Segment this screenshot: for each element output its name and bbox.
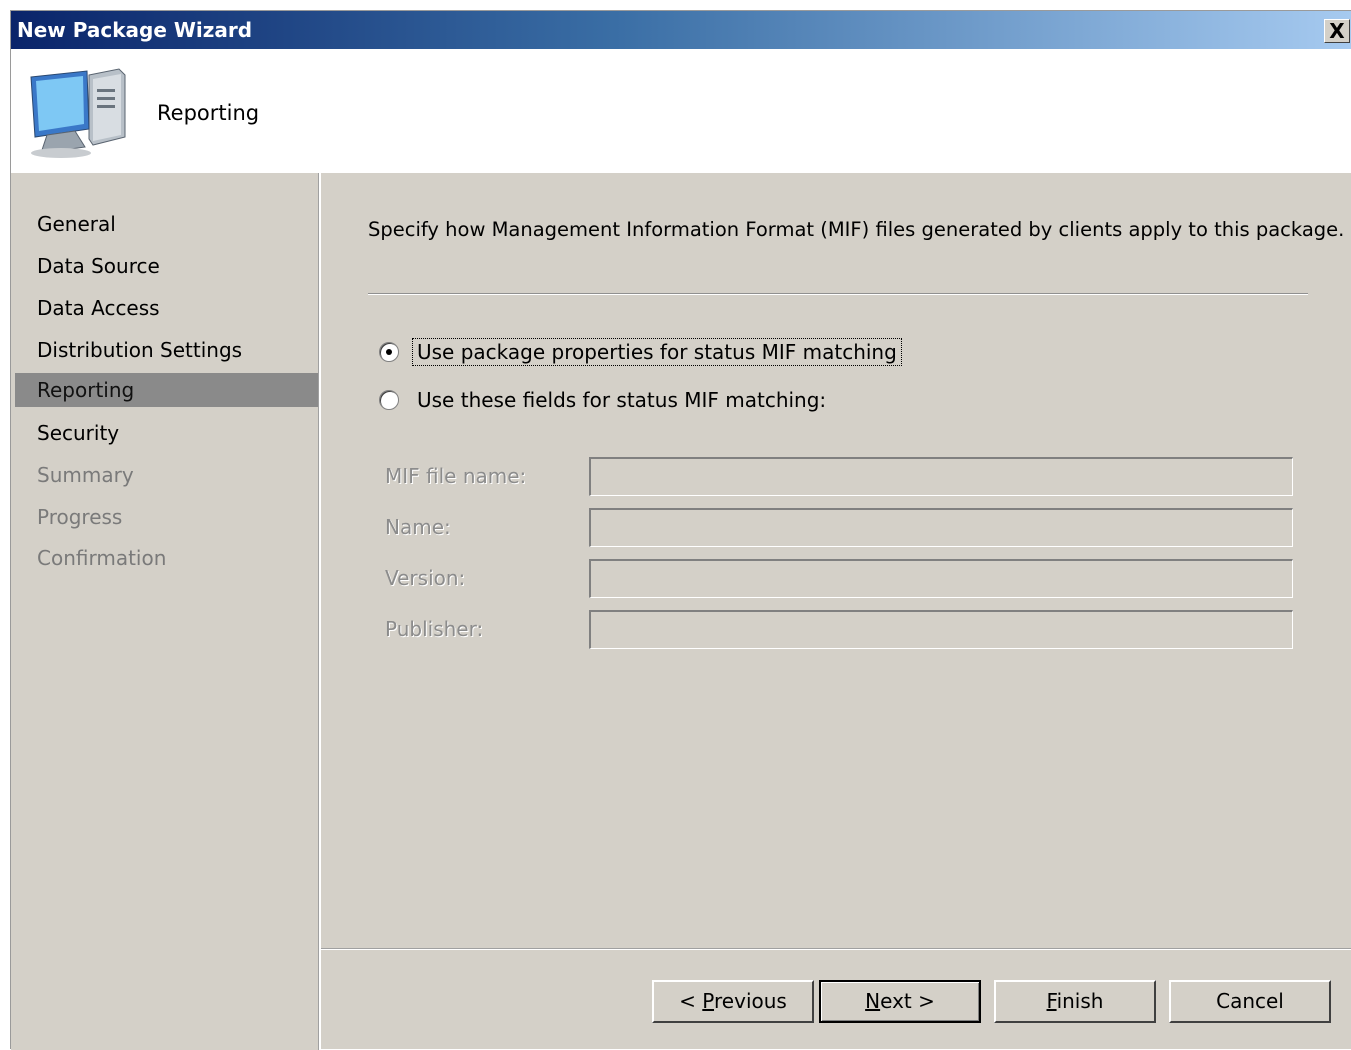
name-input bbox=[589, 508, 1293, 547]
page-heading: Reporting bbox=[157, 101, 260, 125]
name-label: Name: bbox=[385, 515, 451, 539]
sidebar-item-confirmation: Confirmation bbox=[37, 546, 167, 570]
sidebar-item-progress: Progress bbox=[37, 505, 123, 529]
sidebar-item-distribution-settings[interactable]: Distribution Settings bbox=[15, 333, 319, 367]
radio-use-these-fields[interactable]: Use these fields for status MIF matching… bbox=[379, 385, 830, 415]
close-button[interactable]: X bbox=[1324, 19, 1350, 43]
publisher-label: Publisher: bbox=[385, 617, 484, 641]
sidebar-item-summary: Summary bbox=[37, 463, 134, 487]
radio-button-unchecked[interactable] bbox=[379, 390, 399, 410]
previous-button[interactable]: < Previous bbox=[652, 980, 814, 1023]
mif-file-name-label: MIF file name: bbox=[385, 464, 527, 488]
radio-label-these-fields[interactable]: Use these fields for status MIF matching… bbox=[413, 387, 830, 413]
sidebar-item-general[interactable]: General bbox=[15, 207, 319, 241]
cancel-button[interactable]: Cancel bbox=[1169, 980, 1331, 1023]
wizard-window: New Package Wizard X Reporting General D… bbox=[10, 10, 1351, 1050]
radio-button-checked[interactable] bbox=[379, 342, 399, 362]
wizard-content: Specify how Management Information Forma… bbox=[321, 173, 1351, 948]
intro-text: Specify how Management Information Forma… bbox=[368, 218, 1345, 241]
radio-label-package-properties[interactable]: Use package properties for status MIF ma… bbox=[412, 338, 902, 366]
mif-file-name-input bbox=[589, 457, 1293, 496]
version-input bbox=[589, 559, 1293, 598]
radio-use-package-properties[interactable]: Use package properties for status MIF ma… bbox=[379, 337, 902, 367]
next-button[interactable]: Next > bbox=[819, 980, 981, 1023]
sidebar-item-data-access[interactable]: Data Access bbox=[15, 291, 319, 325]
previous-accel: P bbox=[702, 989, 715, 1013]
window-title: New Package Wizard bbox=[17, 18, 253, 42]
finish-button[interactable]: Finish bbox=[994, 980, 1156, 1023]
sidebar-item-reporting[interactable]: Reporting bbox=[15, 373, 319, 407]
wizard-header: Reporting bbox=[11, 49, 1351, 173]
publisher-input bbox=[589, 610, 1293, 649]
version-label: Version: bbox=[385, 566, 466, 590]
previous-rest: revious bbox=[714, 989, 787, 1013]
content-separator bbox=[368, 293, 1308, 295]
sidebar-item-data-source[interactable]: Data Source bbox=[15, 249, 319, 283]
finish-rest: inish bbox=[1056, 989, 1104, 1013]
sidebar-item-security[interactable]: Security bbox=[15, 416, 319, 450]
finish-accel: F bbox=[1046, 989, 1057, 1013]
next-accel: N bbox=[865, 989, 881, 1013]
wizard-steps-sidebar: General Data Source Data Access Distribu… bbox=[11, 173, 319, 1050]
previous-prefix: < bbox=[679, 989, 703, 1013]
computer-package-icon bbox=[30, 68, 126, 158]
next-rest: ext > bbox=[880, 989, 935, 1013]
footer-separator bbox=[321, 948, 1351, 950]
title-bar: New Package Wizard X bbox=[11, 11, 1351, 49]
